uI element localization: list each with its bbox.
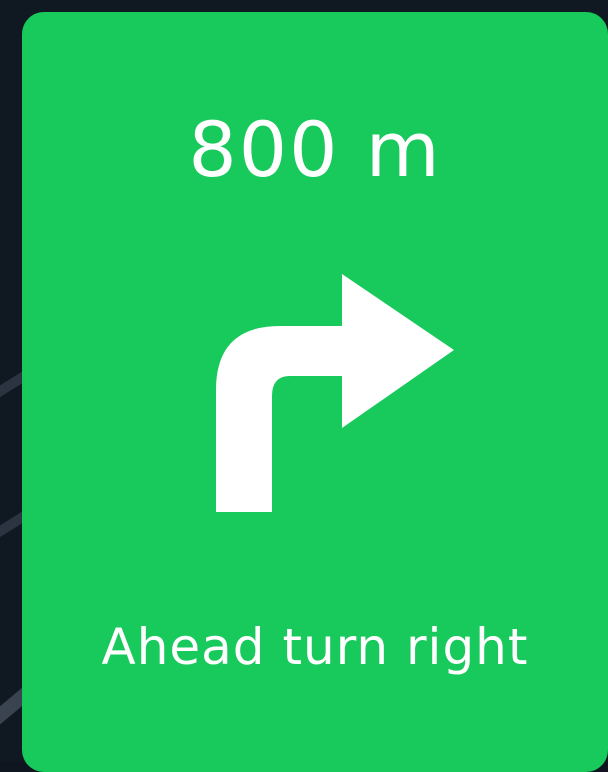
turn-right-icon bbox=[216, 274, 454, 512]
distance-label: 800 m bbox=[188, 105, 442, 194]
instruction-text: Ahead turn right bbox=[101, 618, 529, 676]
navigation-instruction-card: 800 m Ahead turn right bbox=[22, 12, 608, 772]
